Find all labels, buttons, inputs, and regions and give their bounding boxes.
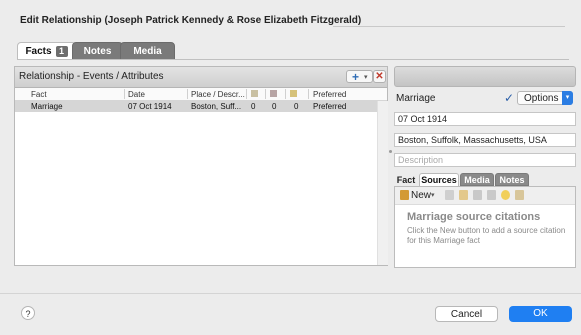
subtab-notes[interactable]: Notes [495,173,529,186]
detail-subtabs: Fact Sources Media Notes [394,172,576,187]
description-field[interactable]: Description [394,153,576,167]
add-fact-button[interactable]: + ▾ [346,70,373,83]
row-media-count: 0 [272,102,277,111]
row-date: 07 Oct 1914 [128,102,172,111]
vertical-scrollbar[interactable] [377,101,388,265]
help-button[interactable]: ? [21,306,35,320]
delete-fact-button[interactable]: ✕ [373,70,386,83]
column-header-preferred[interactable]: Preferred [313,90,346,99]
events-panel-header: Relationship - Events / Attributes + ▾ ✕ [15,67,387,88]
column-separator [124,89,125,99]
tab-media-label: Media [133,45,162,57]
tab-media[interactable]: Media [120,42,175,60]
sources-column-icon[interactable] [251,90,258,97]
row-sources-count: 0 [251,102,256,111]
subtab-media[interactable]: Media [460,173,494,186]
splitter-handle[interactable] [389,150,392,153]
notes-column-icon[interactable] [290,90,297,97]
row-notes-count: 0 [294,102,299,111]
tab-notes[interactable]: Notes [72,42,123,60]
events-panel: Relationship - Events / Attributes + ▾ ✕… [14,66,388,266]
star-icon[interactable] [501,190,510,200]
fact-name: Marriage [396,93,436,104]
fact-detail-panel: Marriage ✓ Options ▾ 07 Oct 1914 Boston,… [394,66,576,268]
chevron-down-icon: ▾ [364,74,368,81]
place-field[interactable]: Boston, Suffolk, Massachusetts, USA [394,133,576,147]
subtab-fact[interactable]: Fact [394,173,418,186]
dialog-title: Edit Relationship (Joseph Patrick Kenned… [20,15,362,26]
sources-empty-title: Marriage source citations [407,211,541,223]
tab-facts-label: Facts [25,46,52,57]
print-icon[interactable] [487,190,496,200]
events-panel-title: Relationship - Events / Attributes [19,71,164,82]
plus-icon: + [352,70,360,84]
column-separator [265,89,266,99]
edit-icon[interactable] [459,190,468,200]
facts-count-badge: 1 [55,46,68,57]
column-header-date[interactable]: Date [128,90,145,99]
column-header-fact[interactable]: Fact [31,90,47,99]
checkmark-icon: ✓ [504,91,515,105]
table-row[interactable]: Marriage 07 Oct 1914 Boston, Suff... 0 0… [15,101,387,112]
title-divider [333,26,565,27]
refresh-icon[interactable] [473,190,482,200]
column-separator [246,89,247,99]
row-fact: Marriage [31,102,63,111]
tab-notes-label: Notes [83,45,112,57]
chevron-down-icon: ▾ [562,91,573,105]
sources-pane: New ▾ Marriage source citations Click th… [394,186,576,268]
media-column-icon[interactable] [270,90,277,97]
detail-header-bar [394,66,576,87]
events-table-header: Fact Date Place / Descr... Preferred [15,88,387,101]
column-separator [285,89,286,99]
tab-divider [17,59,569,60]
delete-source-icon[interactable] [515,190,524,200]
row-preferred: Preferred [313,102,347,111]
new-source-button[interactable]: New [411,190,431,201]
subtab-sources[interactable]: Sources [419,173,459,186]
column-separator [308,89,309,99]
date-field[interactable]: 07 Oct 1914 [394,112,576,126]
row-place: Boston, Suff... [191,102,242,111]
options-label: Options [524,93,559,104]
x-icon: ✕ [375,71,384,82]
column-separator [187,89,188,99]
sources-empty-description: Click the New button to add a source cit… [407,226,566,245]
new-source-icon [400,190,409,200]
chevron-down-icon[interactable]: ▾ [431,191,435,199]
sources-toolbar: New ▾ [395,187,575,205]
tab-facts[interactable]: Facts 1 [17,42,76,60]
column-header-place[interactable]: Place / Descr... [191,90,245,99]
copy-icon[interactable] [445,190,454,200]
cancel-button[interactable]: Cancel [435,306,498,322]
ok-button[interactable]: OK [509,306,572,322]
options-button[interactable]: Options ▾ [517,91,573,105]
edit-relationship-dialog: Edit Relationship (Joseph Patrick Kenned… [0,0,581,335]
